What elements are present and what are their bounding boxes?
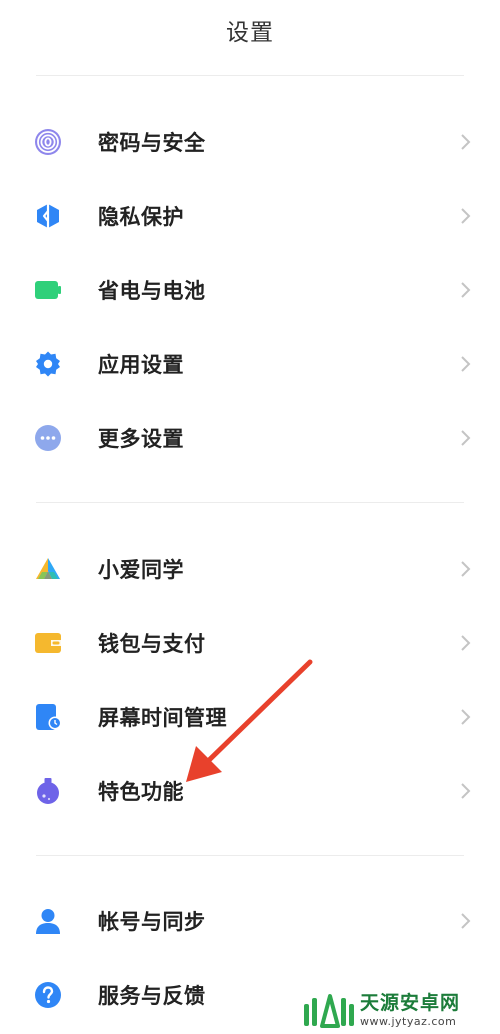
- settings-item-battery[interactable]: 省电与电池: [0, 261, 500, 319]
- chevron-right-icon: [460, 708, 472, 726]
- settings-item-label: 小爱同学: [98, 558, 184, 582]
- chevron-right-icon: [460, 281, 472, 299]
- page-title: 设置: [226, 20, 274, 46]
- chevron-right-icon: [460, 560, 472, 578]
- settings-item-label: 应用设置: [98, 353, 184, 377]
- settings-item-xiaoai[interactable]: 小爱同学: [0, 540, 500, 598]
- settings-item-label: 钱包与支付: [98, 632, 206, 656]
- settings-item-privacy[interactable]: 隐私保护: [0, 187, 500, 245]
- chevron-right-icon: [460, 912, 472, 930]
- chevron-right-icon: [460, 133, 472, 151]
- settings-item-more-settings[interactable]: 更多设置: [0, 409, 500, 467]
- watermark-url: www.jytyaz.com: [360, 1014, 457, 1028]
- settings-item-label: 密码与安全: [98, 131, 206, 155]
- battery-icon: [34, 276, 62, 304]
- watermark-name: 天源安卓网: [360, 991, 461, 1014]
- divider: [36, 75, 464, 76]
- settings-item-label: 省电与电池: [98, 279, 206, 303]
- gear-icon: [34, 350, 62, 378]
- account-person-icon: [34, 907, 62, 935]
- special-features-flask-icon: [34, 777, 62, 805]
- chevron-right-icon: [460, 207, 472, 225]
- settings-item-label: 帐号与同步: [98, 910, 206, 934]
- settings-item-wallet[interactable]: 钱包与支付: [0, 614, 500, 672]
- settings-item-account-sync[interactable]: 帐号与同步: [0, 892, 500, 950]
- chevron-right-icon: [460, 634, 472, 652]
- settings-item-label: 隐私保护: [98, 205, 184, 229]
- divider: [36, 502, 464, 503]
- xiaoai-assistant-icon: [34, 555, 62, 583]
- settings-item-screen-time[interactable]: 屏幕时间管理: [0, 688, 500, 746]
- fingerprint-icon: [34, 128, 62, 156]
- chevron-right-icon: [460, 355, 472, 373]
- settings-item-label: 特色功能: [98, 780, 184, 804]
- watermark-logo-icon: [300, 990, 356, 1030]
- chevron-right-icon: [460, 782, 472, 800]
- watermark: 天源安卓网 www.jytyaz.com: [300, 990, 496, 1030]
- privacy-shield-icon: [34, 202, 62, 230]
- divider: [36, 855, 464, 856]
- chevron-right-icon: [460, 429, 472, 447]
- more-dots-icon: [34, 424, 62, 452]
- settings-item-app-settings[interactable]: 应用设置: [0, 335, 500, 393]
- wallet-icon: [34, 629, 62, 657]
- screen-time-icon: [34, 703, 62, 731]
- help-question-icon: [34, 981, 62, 1009]
- settings-item-password-security[interactable]: 密码与安全: [0, 113, 500, 171]
- settings-item-special-features[interactable]: 特色功能: [0, 762, 500, 820]
- settings-item-label: 屏幕时间管理: [98, 706, 227, 730]
- title-bar: 设置: [0, 0, 500, 60]
- settings-item-label: 更多设置: [98, 427, 184, 451]
- settings-item-label: 服务与反馈: [98, 984, 206, 1008]
